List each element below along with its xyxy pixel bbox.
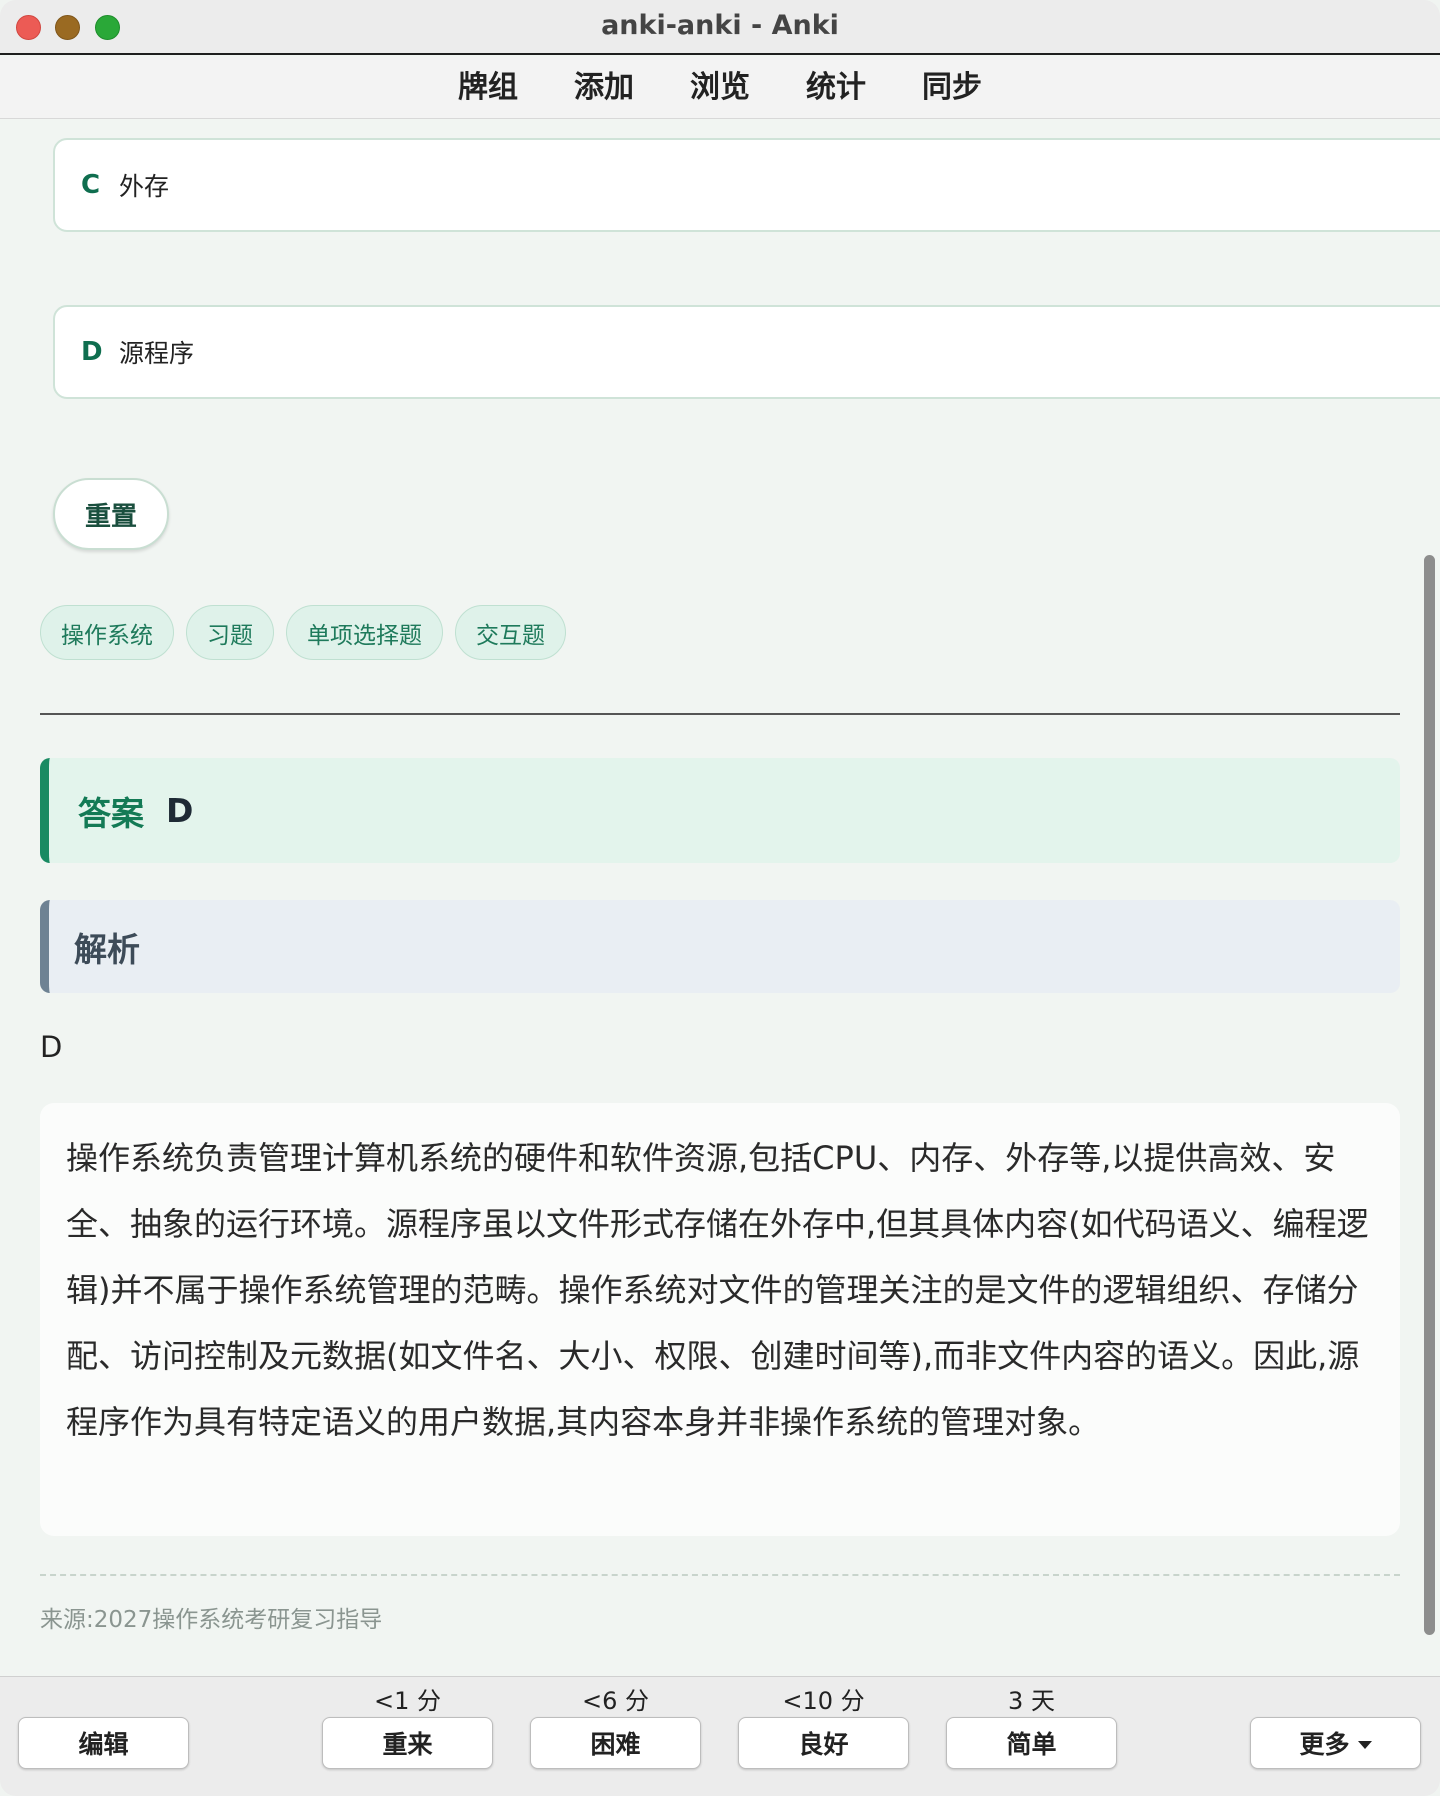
easy-button[interactable]: 简单 (946, 1717, 1117, 1769)
edit-button[interactable]: 编辑 (18, 1717, 189, 1769)
option-letter: C (81, 170, 101, 200)
hard-button[interactable]: 困难 (530, 1717, 701, 1769)
again-button[interactable]: 重来 (322, 1717, 493, 1769)
scrollbar[interactable] (1424, 555, 1435, 1635)
source-value: 2027操作系统考研复习指导 (93, 1607, 383, 1633)
option-letter: D (81, 337, 103, 367)
answer-value: D (166, 791, 194, 830)
tag-interactive[interactable]: 交互题 (455, 605, 566, 660)
answer-label: 答案 (78, 793, 144, 833)
good-button[interactable]: 良好 (738, 1717, 909, 1769)
option-text: 源程序 (119, 339, 195, 368)
menu-browse[interactable]: 浏览 (662, 57, 778, 118)
explanation-text: 操作系统负责管理计算机系统的硬件和软件资源,包括CPU、内存、外存等,以提供高效… (66, 1139, 1369, 1441)
menu-decks[interactable]: 牌组 (430, 57, 546, 118)
source-label: 来源: (40, 1607, 94, 1633)
card-content: C 外存 D 源程序 重置 操作系统 习题 单项选择题 交互题 答案 D 解析 … (0, 120, 1440, 1675)
anki-window: anki-anki - Anki 牌组 添加 浏览 统计 同步 C 外存 D 源… (0, 0, 1440, 1796)
hard-interval: <6 分 (581, 1687, 649, 1715)
analysis-label: 解析 (74, 929, 140, 969)
review-bottom-bar: 编辑 <1 分 重来 <6 分 困难 <10 分 良好 3 天 简单 更多 (0, 1676, 1440, 1796)
option-d[interactable]: D 源程序 (53, 305, 1440, 399)
tag-os[interactable]: 操作系统 (40, 605, 174, 660)
source-divider (40, 1574, 1400, 1576)
tag-single-choice[interactable]: 单项选择题 (286, 605, 443, 660)
again-interval: <1 分 (373, 1687, 441, 1715)
reset-button[interactable]: 重置 (53, 478, 169, 550)
menu-add[interactable]: 添加 (546, 57, 662, 118)
menu-stats[interactable]: 统计 (778, 57, 894, 118)
title-bar: anki-anki - Anki (0, 0, 1440, 55)
window-title: anki-anki - Anki (601, 10, 839, 41)
option-text: 外存 (119, 172, 170, 201)
tag-list: 操作系统 习题 单项选择题 交互题 (40, 605, 566, 660)
answer-divider (40, 713, 1400, 715)
top-menu: 牌组 添加 浏览 统计 同步 (0, 57, 1440, 119)
tag-exercise[interactable]: 习题 (186, 605, 274, 660)
option-c[interactable]: C 外存 (53, 138, 1440, 232)
menu-sync[interactable]: 同步 (894, 57, 1010, 118)
explanation-card: 操作系统负责管理计算机系统的硬件和软件资源,包括CPU、内存、外存等,以提供高效… (40, 1103, 1400, 1536)
source-line: 来源:2027操作系统考研复习指导 (40, 1600, 382, 1634)
analysis-answer: D (40, 1030, 63, 1064)
easy-interval: 3 天 (1008, 1687, 1055, 1715)
answer-box: 答案 D (40, 758, 1400, 863)
analysis-header: 解析 (40, 900, 1400, 993)
more-label: 更多 (1299, 1730, 1350, 1759)
more-button[interactable]: 更多 (1250, 1717, 1421, 1769)
good-interval: <10 分 (782, 1687, 865, 1715)
caret-down-icon (1357, 1741, 1372, 1749)
